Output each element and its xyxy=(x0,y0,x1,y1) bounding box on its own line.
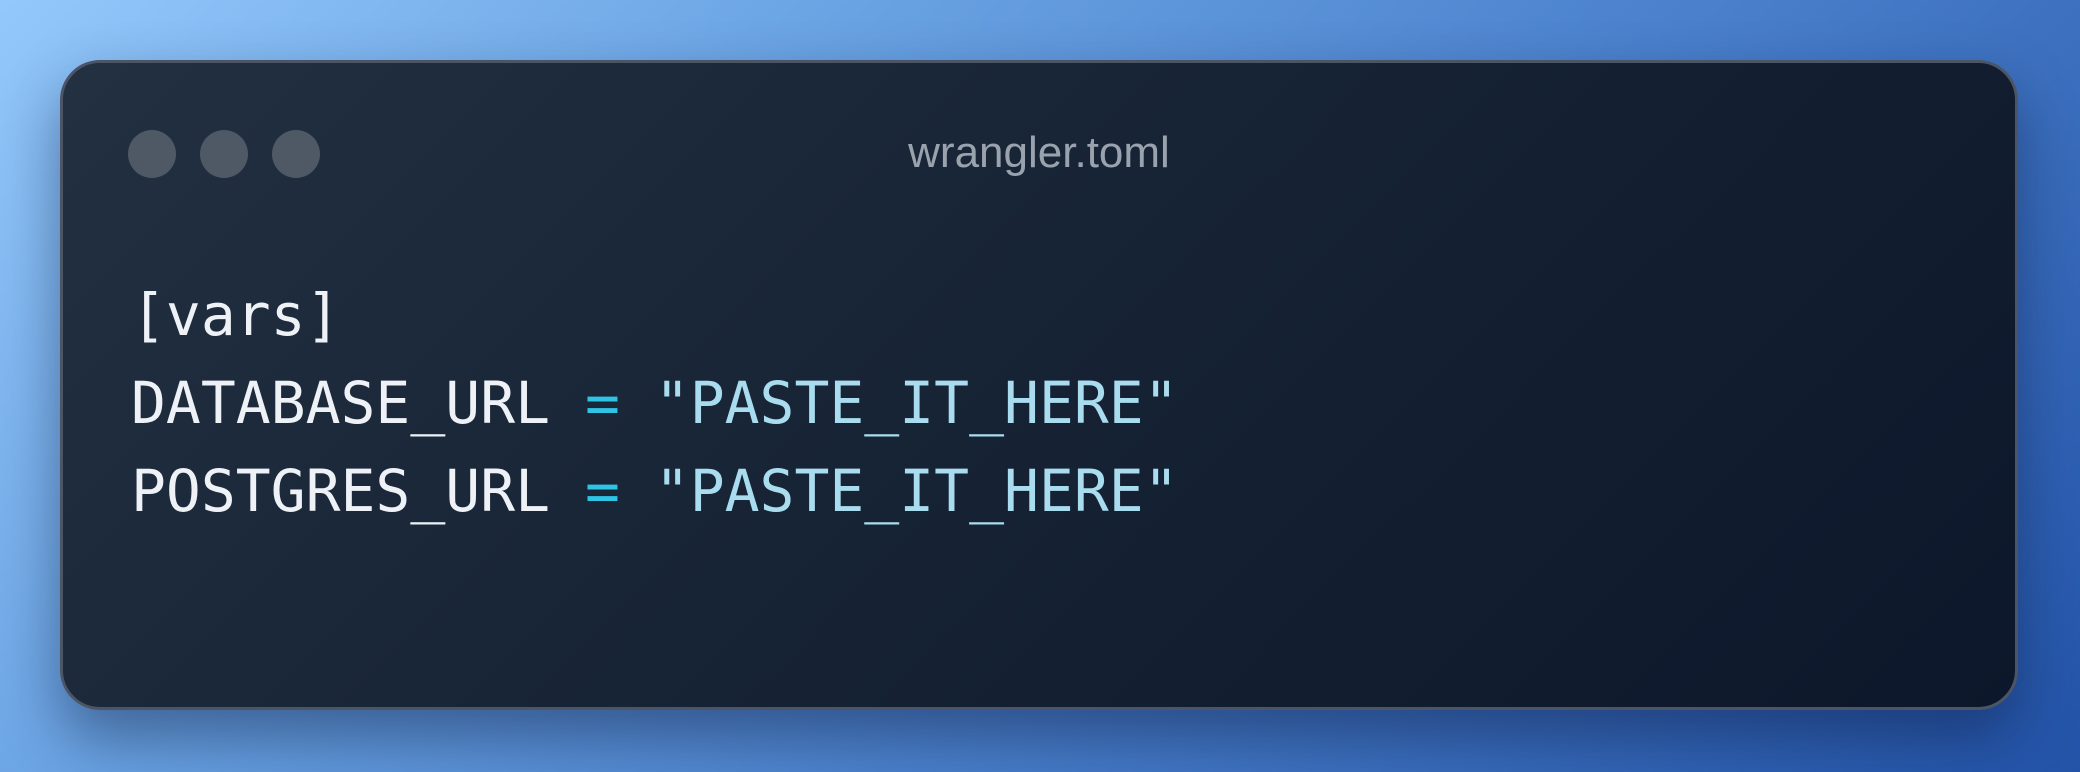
window-titlebar: wrangler.toml xyxy=(63,63,2015,243)
key-postgres-url: POSTGRES_URL xyxy=(131,457,551,525)
assign-operator: = xyxy=(584,369,620,437)
assign-operator: = xyxy=(584,457,620,525)
code-block: [vars] DATABASE_URL = "PASTE_IT_HERE" POST… xyxy=(131,271,1179,535)
value-database-url: "PASTE_IT_HERE" xyxy=(654,369,1179,437)
window-title: wrangler.toml xyxy=(908,128,1170,177)
code-line-postgres-url: POSTGRES_URL = "PASTE_IT_HERE" xyxy=(131,447,1179,535)
section-header: [vars] xyxy=(131,281,341,349)
key-database-url: DATABASE_URL xyxy=(131,369,551,437)
value-postgres-url: "PASTE_IT_HERE" xyxy=(654,457,1179,525)
code-line-section: [vars] xyxy=(131,271,1179,359)
code-window: wrangler.toml [vars] DATABASE_URL = "PAST… xyxy=(60,60,2018,710)
code-line-database-url: DATABASE_URL = "PASTE_IT_HERE" xyxy=(131,359,1179,447)
